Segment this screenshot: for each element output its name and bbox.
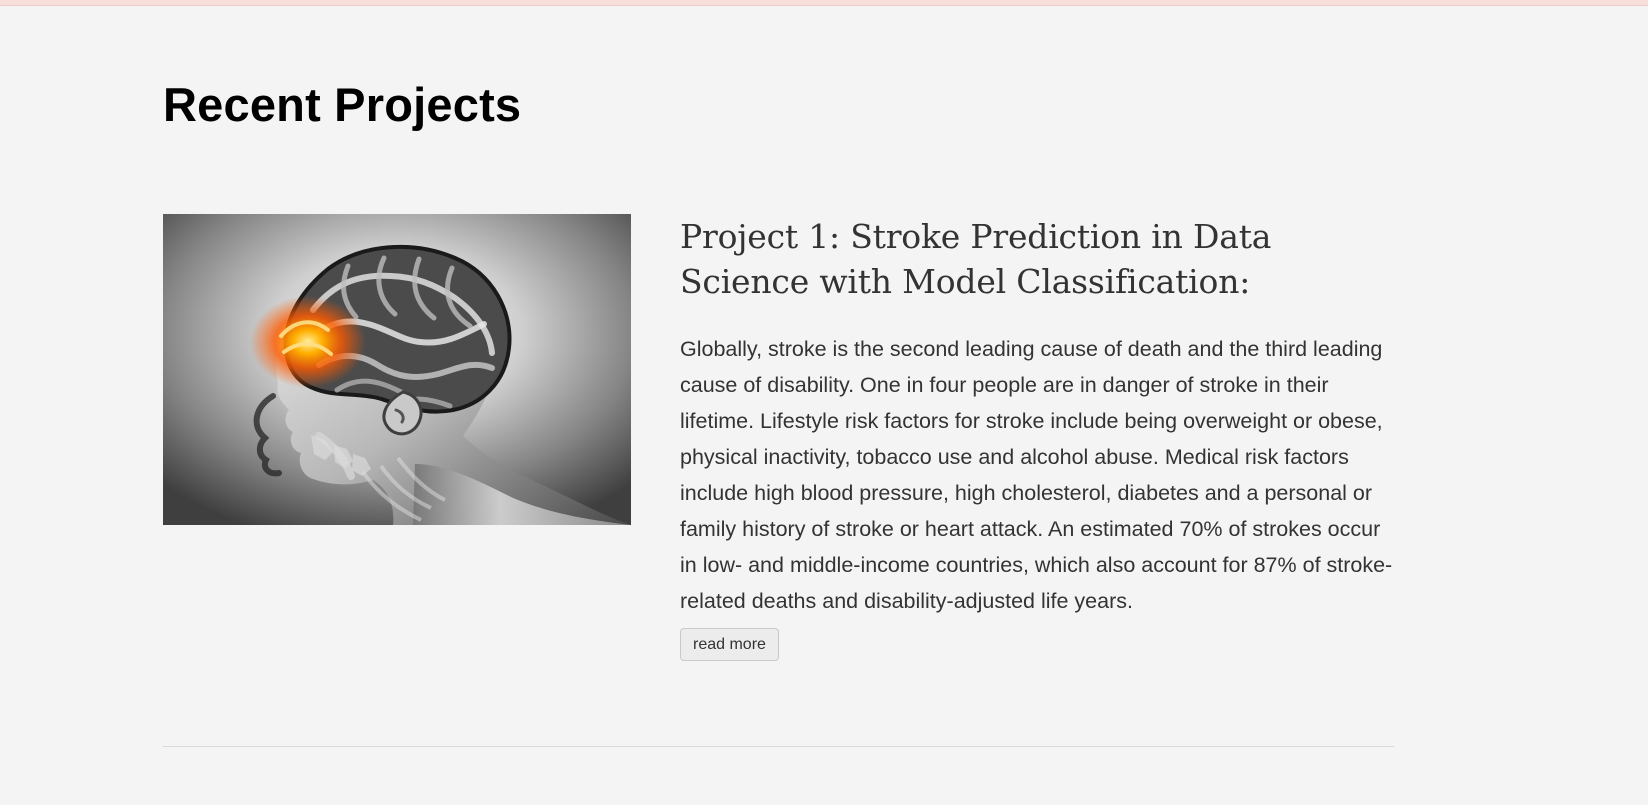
project-card: Project 1: Stroke Prediction in Data Sci…	[163, 214, 1394, 747]
project-description: Globally, stroke is the second leading c…	[680, 337, 1393, 613]
project-image	[163, 214, 631, 525]
read-more-button[interactable]: read more	[680, 628, 779, 661]
project-body: Project 1: Stroke Prediction in Data Sci…	[680, 214, 1394, 661]
top-strip	[0, 0, 1648, 6]
section-divider	[163, 746, 1394, 747]
section-title: Recent Projects	[163, 78, 522, 131]
project-title: Project 1: Stroke Prediction in Data Sci…	[680, 217, 1272, 301]
brain-scan-image-icon	[163, 214, 631, 525]
